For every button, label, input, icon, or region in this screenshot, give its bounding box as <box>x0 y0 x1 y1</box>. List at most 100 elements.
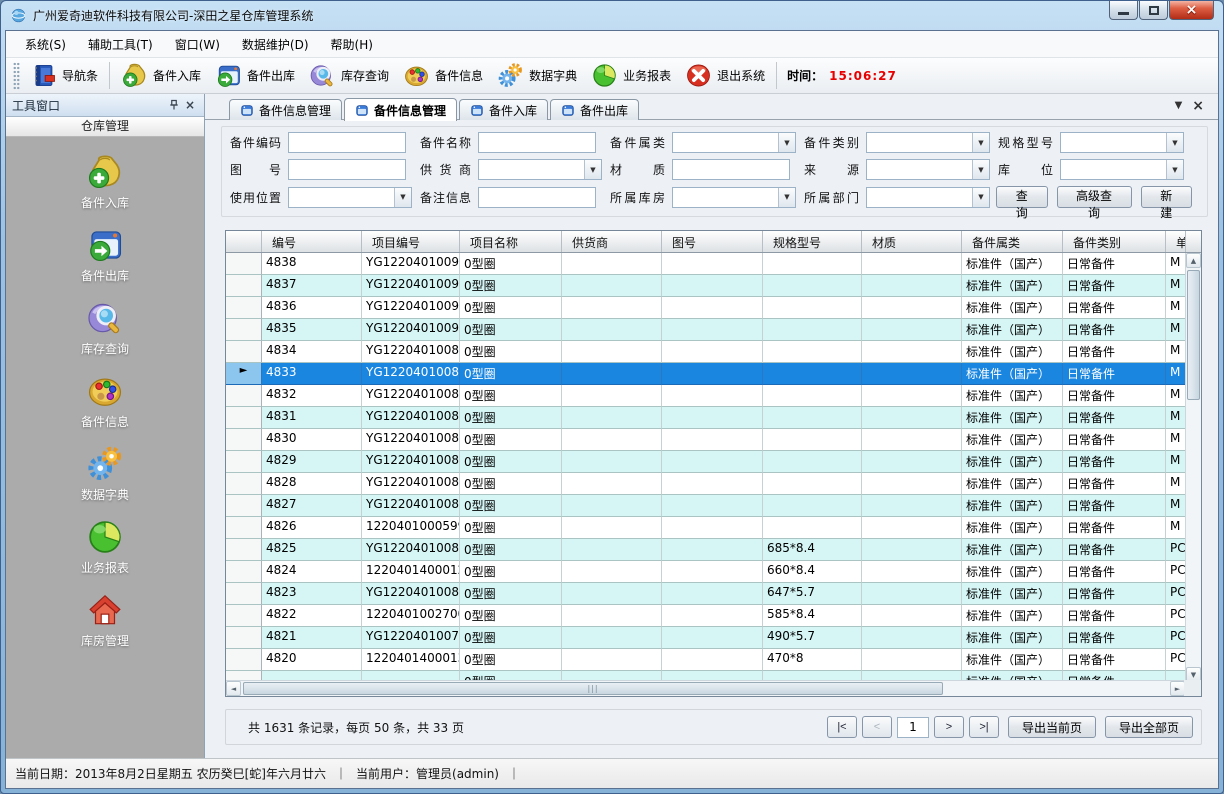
vertical-scroll-thumb[interactable] <box>1187 270 1200 400</box>
scroll-right-icon[interactable]: ► <box>1170 681 1185 696</box>
menu-item-4[interactable]: 帮助(H) <box>320 32 384 57</box>
column-header-9[interactable]: 备件类别 <box>1063 231 1166 252</box>
spec-model-select[interactable]: ▼ <box>1060 132 1184 153</box>
tab-1-active[interactable]: 备件信息管理 <box>344 98 457 121</box>
column-header-10[interactable]: 单位 <box>1166 231 1186 252</box>
supplier-select[interactable]: ▼ <box>478 159 602 180</box>
row-selector[interactable] <box>226 429 262 451</box>
department-select[interactable]: ▼ <box>866 187 990 208</box>
row-selector[interactable] <box>226 627 262 649</box>
part-type-select[interactable]: ▼ <box>866 132 990 153</box>
pin-icon[interactable] <box>166 97 182 113</box>
tab-2[interactable]: 备件入库 <box>459 99 548 120</box>
table-row[interactable]: 4838YG122040100930型圈标准件（国产）日常备件M <box>226 253 1201 275</box>
minimize-button[interactable] <box>1109 1 1138 20</box>
toolbar-button-part-out[interactable]: 备件出库 <box>208 59 302 92</box>
next-page-button[interactable]: > <box>934 716 964 738</box>
row-selector[interactable] <box>226 517 262 539</box>
row-selector[interactable] <box>226 649 262 671</box>
tab-close-icon[interactable]: × <box>1192 100 1204 112</box>
scroll-up-icon[interactable]: ▲ <box>1186 253 1201 268</box>
sidebar-item-data-dict[interactable]: 数据字典 <box>6 445 204 503</box>
row-selector[interactable] <box>226 407 262 429</box>
menu-item-1[interactable]: 辅助工具(T) <box>77 32 164 57</box>
maximize-button[interactable] <box>1139 1 1168 20</box>
column-header-5[interactable]: 图号 <box>662 231 763 252</box>
toolbar-button-navigator[interactable]: 导航条 <box>23 59 105 92</box>
table-row[interactable]: 4823YG122040100800型圈647*5.7标准件（国产）日常备件PC <box>226 583 1201 605</box>
table-row[interactable]: 4836YG122040100910型圈标准件（国产）日常备件M <box>226 297 1201 319</box>
use-position-select[interactable]: ▼ <box>288 187 412 208</box>
row-selector[interactable] <box>226 451 262 473</box>
table-row[interactable]: 482012204014000130型圈470*8标准件（国产）日常备件PC <box>226 649 1201 671</box>
toolbar-button-stock-query[interactable]: 库存查询 <box>302 59 396 92</box>
row-selector[interactable] <box>226 319 262 341</box>
column-header-4[interactable]: 供货商 <box>562 231 662 252</box>
sidebar-item-report[interactable]: 业务报表 <box>6 518 204 576</box>
horizontal-scrollbar[interactable]: ◄ ► <box>226 680 1185 696</box>
row-selector[interactable] <box>226 561 262 583</box>
vertical-scrollbar[interactable]: ▲ ▼ <box>1185 253 1201 682</box>
source-select[interactable]: ▼ <box>866 159 990 180</box>
adv-query-button[interactable]: 高级查询 <box>1057 186 1132 208</box>
tab-3[interactable]: 备件出库 <box>550 99 639 120</box>
toolbar-button-part-in[interactable]: 备件入库 <box>114 59 208 92</box>
sidebar-item-part-out[interactable]: 备件出库 <box>6 226 204 284</box>
scroll-left-icon[interactable]: ◄ <box>226 681 241 696</box>
table-row[interactable]: 482612204010005990型圈标准件（国产）日常备件M <box>226 517 1201 539</box>
table-row[interactable]: 4834YG122040100890型圈标准件（国产）日常备件M <box>226 341 1201 363</box>
row-selector[interactable] <box>226 495 262 517</box>
row-selector[interactable] <box>226 605 262 627</box>
remark-input[interactable] <box>478 187 596 208</box>
sidebar-item-stock-query[interactable]: 库存查询 <box>6 299 204 357</box>
table-row[interactable]: 4821YG122040100790型圈490*5.7标准件（国产）日常备件PC <box>226 627 1201 649</box>
sidebar-item-part-info[interactable]: 备件信息 <box>6 372 204 430</box>
row-selector[interactable] <box>226 341 262 363</box>
first-page-button[interactable]: |< <box>827 716 857 738</box>
query-button[interactable]: 查询 <box>996 186 1048 208</box>
row-selector[interactable] <box>226 297 262 319</box>
tab-0[interactable]: 备件信息管理 <box>229 99 342 120</box>
export-all-pages-button[interactable]: 导出全部页 <box>1105 716 1193 738</box>
toolbar-button-exit[interactable]: 退出系统 <box>678 59 772 92</box>
table-row[interactable]: 4831YG122040100860型圈标准件（国产）日常备件M <box>226 407 1201 429</box>
prev-page-button[interactable]: < <box>862 716 892 738</box>
column-header-1[interactable]: 编号 <box>262 231 362 252</box>
menu-item-0[interactable]: 系统(S) <box>14 32 77 57</box>
table-row[interactable]: 4827YG122040100820型圈标准件（国产）日常备件M <box>226 495 1201 517</box>
table-row[interactable]: 4835YG122040100900型圈标准件（国产）日常备件M <box>226 319 1201 341</box>
last-page-button[interactable]: >| <box>969 716 999 738</box>
tab-dropdown-icon[interactable]: ▼ <box>1175 100 1183 112</box>
row-selector-arrow[interactable]: ► <box>226 363 262 385</box>
warehouse-select[interactable]: ▼ <box>672 187 796 208</box>
close-button[interactable]: × <box>1169 1 1214 20</box>
table-row[interactable]: 4837YG122040100920型圈标准件（国产）日常备件M <box>226 275 1201 297</box>
sidebar-item-part-in[interactable]: 备件入库 <box>6 153 204 211</box>
row-selector[interactable] <box>226 583 262 605</box>
column-header-2[interactable]: 项目编号 <box>362 231 460 252</box>
column-header-6[interactable]: 规格型号 <box>763 231 862 252</box>
row-selector[interactable] <box>226 539 262 561</box>
table-row[interactable]: 4830YG122040100850型圈标准件（国产）日常备件M <box>226 429 1201 451</box>
table-row[interactable]: 4832YG122040100870型圈标准件（国产）日常备件M <box>226 385 1201 407</box>
column-header-3[interactable]: 项目名称 <box>460 231 562 252</box>
menu-item-2[interactable]: 窗口(W) <box>164 32 231 57</box>
location-select[interactable]: ▼ <box>1060 159 1184 180</box>
toolbar-button-data-dict[interactable]: 数据字典 <box>490 59 584 92</box>
column-header-7[interactable]: 材质 <box>862 231 962 252</box>
row-selector[interactable] <box>226 385 262 407</box>
toolbar-grip[interactable] <box>13 62 20 90</box>
column-header-8[interactable]: 备件属类 <box>962 231 1063 252</box>
table-row[interactable]: ►4833YG122040100880型圈标准件（国产）日常备件M <box>226 363 1201 385</box>
sidebar-close-icon[interactable]: × <box>182 97 198 113</box>
toolbar-button-part-info[interactable]: 备件信息 <box>396 59 490 92</box>
part-category-select[interactable]: ▼ <box>672 132 796 153</box>
row-selector[interactable] <box>226 253 262 275</box>
toolbar-button-report[interactable]: 业务报表 <box>584 59 678 92</box>
table-row[interactable]: 4825YG122040100810型圈685*8.4标准件（国产）日常备件PC <box>226 539 1201 561</box>
page-number-input[interactable] <box>897 717 929 738</box>
new-button[interactable]: 新建 <box>1141 186 1193 208</box>
part-code-input[interactable] <box>288 132 406 153</box>
material-input[interactable] <box>672 159 790 180</box>
export-current-page-button[interactable]: 导出当前页 <box>1008 716 1096 738</box>
